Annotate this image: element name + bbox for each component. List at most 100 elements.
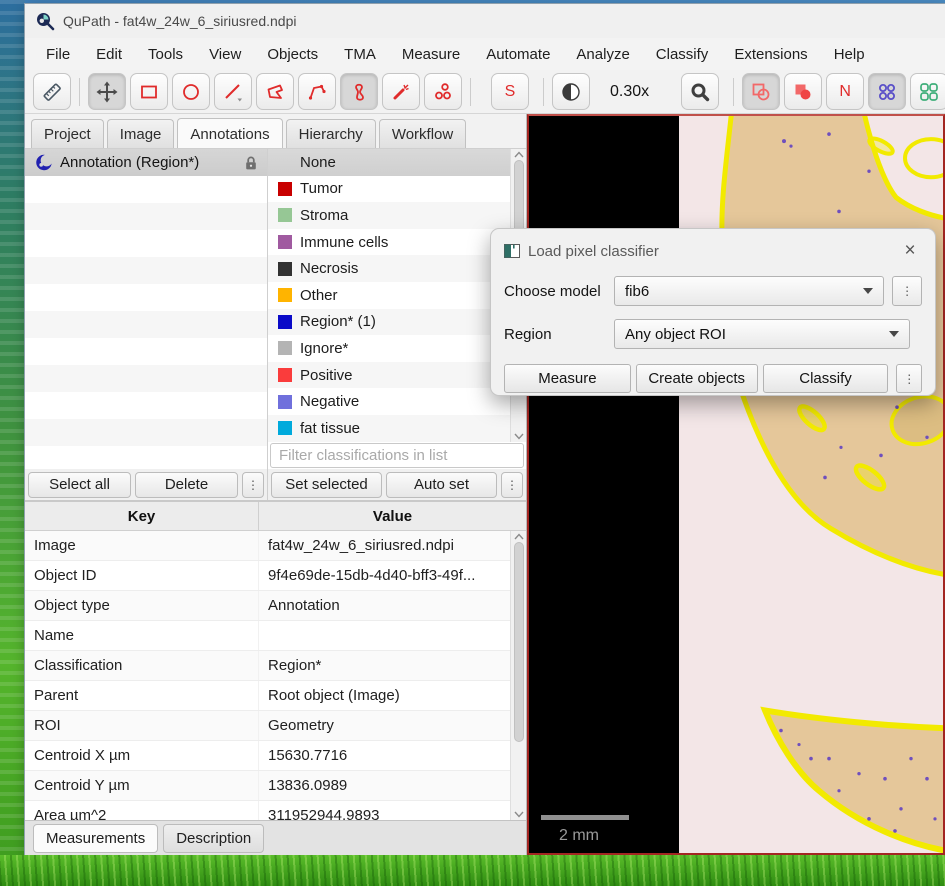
table-row: Name — [25, 621, 526, 651]
tab-description[interactable]: Description — [163, 823, 265, 853]
image-viewer[interactable]: 2 mm — [527, 114, 945, 855]
annotation-buttons-row: Select all Delete ⋮ — [25, 469, 267, 500]
slide-background-black: 2 mm — [529, 116, 679, 853]
zoom-to-fit-button[interactable] — [681, 73, 720, 110]
line-tool-button[interactable] — [214, 73, 252, 110]
tab-annotations[interactable]: Annotations — [177, 118, 283, 148]
table-scrollbar[interactable] — [510, 531, 526, 820]
classification-item-positive[interactable]: Positive — [268, 361, 510, 389]
selection-mode-icon: S — [504, 82, 516, 100]
scale-bar — [541, 815, 629, 820]
tab-image[interactable]: Image — [106, 119, 175, 148]
points-tool-button[interactable] — [424, 73, 462, 110]
menu-classify[interactable]: Classify — [643, 38, 722, 70]
filter-classifications-input[interactable] — [270, 443, 524, 468]
classification-item-region[interactable]: Region* (1) — [268, 308, 510, 336]
menu-help[interactable]: Help — [821, 38, 878, 70]
classification-item-none[interactable]: None — [268, 149, 510, 176]
column-header-value[interactable]: Value — [259, 502, 526, 530]
set-selected-button[interactable]: Set selected — [271, 471, 382, 498]
classification-item-tumor[interactable]: Tumor — [268, 176, 510, 203]
scroll-thumb[interactable] — [513, 542, 524, 742]
annotation-empty-row — [25, 203, 267, 230]
close-icon[interactable]: × — [898, 240, 922, 262]
tab-project[interactable]: Project — [31, 119, 104, 148]
dialog-more-button[interactable]: ⋮ — [896, 364, 922, 393]
scroll-up-icon[interactable] — [513, 533, 524, 540]
classification-item-ignore[interactable]: Ignore* — [268, 335, 510, 362]
annotation-list: Annotation (Region*) Select all Delete ⋮ — [25, 149, 268, 500]
polygon-tool-button[interactable] — [256, 73, 294, 110]
ellipse-tool-button[interactable] — [172, 73, 210, 110]
model-more-button[interactable]: ⋮ — [892, 276, 922, 306]
classification-item-necrosis[interactable]: Necrosis — [268, 255, 510, 282]
delete-button[interactable]: Delete — [135, 471, 238, 498]
menu-edit[interactable]: Edit — [83, 38, 135, 70]
column-header-key[interactable]: Key — [25, 502, 259, 530]
show-measurement-maps-button[interactable] — [910, 73, 945, 110]
scroll-up-icon[interactable] — [513, 151, 524, 158]
scroll-down-icon[interactable] — [513, 433, 524, 440]
classification-more-button[interactable]: ⋮ — [501, 471, 523, 498]
classifier-dialog-icon — [504, 244, 520, 258]
tab-hierarchy[interactable]: Hierarchy — [285, 119, 376, 148]
class-color-swatch — [278, 341, 292, 356]
table-row: Area µm^2 311952944.9893 — [25, 801, 526, 820]
names-icon: N — [839, 82, 851, 100]
move-icon — [96, 81, 118, 102]
load-pixel-classifier-dialog[interactable]: Load pixel classifier × Choose model fib… — [490, 228, 936, 396]
wand-tool-button[interactable] — [382, 73, 420, 110]
show-names-button[interactable]: N — [826, 73, 865, 110]
annotations-filled-icon — [795, 84, 811, 99]
auto-set-button[interactable]: Auto set — [386, 471, 497, 498]
wand-icon — [393, 84, 409, 99]
selection-mode-button[interactable]: S — [491, 73, 529, 110]
magnification-value[interactable]: 0.30x — [610, 83, 649, 101]
lock-icon[interactable] — [243, 155, 259, 171]
class-color-swatch — [278, 421, 292, 436]
slide-overview-button[interactable] — [33, 73, 71, 110]
classification-item-stroma[interactable]: Stroma — [268, 202, 510, 229]
menu-analyze[interactable]: Analyze — [563, 38, 642, 70]
scroll-down-icon[interactable] — [513, 811, 524, 818]
title-bar[interactable]: QuPath - fat4w_24w_6_siriusred.ndpi — [25, 4, 945, 38]
model-select[interactable]: fib6 — [614, 276, 885, 306]
annotation-item-selected[interactable]: Annotation (Region*) — [25, 149, 267, 176]
brush-tool-button[interactable] — [340, 73, 378, 110]
fill-annotations-button[interactable] — [784, 73, 823, 110]
classify-button[interactable]: Classify — [762, 364, 889, 393]
classification-buttons-row: Set selected Auto set ⋮ — [268, 469, 526, 500]
polyline-tool-button[interactable] — [298, 73, 336, 110]
classification-item-other[interactable]: Other — [268, 282, 510, 309]
menu-automate[interactable]: Automate — [473, 38, 563, 70]
create-objects-button[interactable]: Create objects — [635, 364, 758, 393]
desktop-wallpaper-left-strip — [0, 0, 25, 886]
menu-tma[interactable]: TMA — [331, 38, 389, 70]
menu-objects[interactable]: Objects — [254, 38, 331, 70]
region-select[interactable]: Any object ROI — [614, 319, 910, 349]
dialog-title-bar[interactable]: Load pixel classifier × — [504, 239, 922, 263]
menu-measure[interactable]: Measure — [389, 38, 473, 70]
menu-file[interactable]: File — [33, 38, 83, 70]
panel-tab-bar: Project Image Annotations Hierarchy Work… — [25, 114, 526, 149]
measure-button[interactable]: Measure — [504, 364, 631, 393]
menu-view[interactable]: View — [196, 38, 254, 70]
menu-tools[interactable]: Tools — [135, 38, 196, 70]
move-tool-button[interactable] — [88, 73, 126, 110]
annotation-more-button[interactable]: ⋮ — [242, 471, 264, 498]
toolbar-separator — [470, 77, 471, 106]
chevron-down-icon — [889, 331, 899, 337]
tab-workflow[interactable]: Workflow — [378, 119, 467, 148]
qupath-logo-icon — [37, 13, 55, 31]
brightness-contrast-button[interactable] — [552, 73, 590, 110]
select-all-button[interactable]: Select all — [28, 471, 131, 498]
tab-measurements[interactable]: Measurements — [33, 823, 159, 853]
rectangle-tool-button[interactable] — [130, 73, 168, 110]
show-annotations-button[interactable] — [742, 73, 781, 110]
classification-item-negative[interactable]: Negative — [268, 388, 510, 415]
polyline-icon — [308, 84, 326, 100]
classification-item-fat-tissue[interactable]: fat tissue — [268, 414, 510, 442]
classification-item-immune-cells[interactable]: Immune cells — [268, 229, 510, 256]
menu-extensions[interactable]: Extensions — [721, 38, 820, 70]
show-detections-button[interactable] — [868, 73, 907, 110]
